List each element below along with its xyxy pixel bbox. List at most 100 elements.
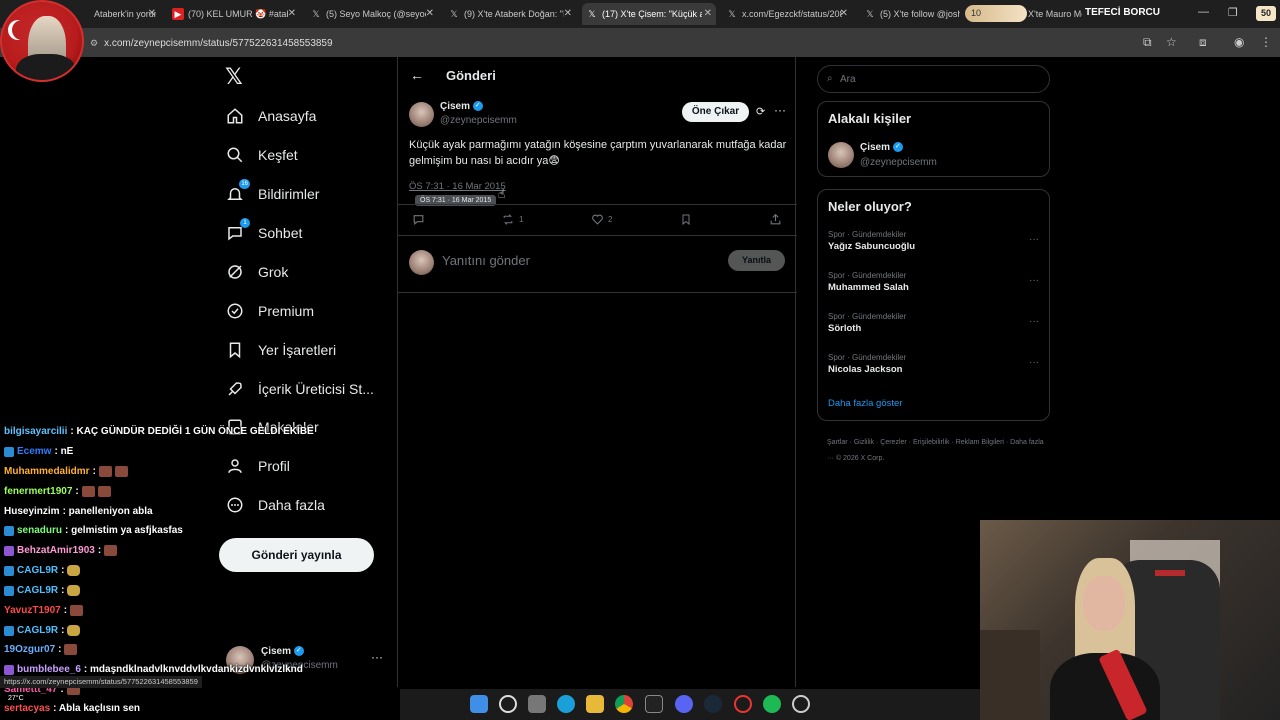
discord-icon[interactable] [675, 695, 693, 713]
browser-tab[interactable]: Ataberk'in yorumu sı ✕ [90, 3, 160, 25]
more-dots-icon[interactable]: ··· [1029, 275, 1039, 286]
grok-explain-icon[interactable]: ⟳ [756, 105, 765, 118]
nav-explore[interactable]: Keşfet [226, 140, 298, 170]
taskbar [400, 689, 980, 720]
overlay-label: TEFECİ BORCU [1085, 7, 1160, 18]
post-text: Küçük ayak parmağımı yatağın köşesine ça… [409, 139, 787, 167]
browser-tab[interactable]: 𝕏 (5) X'te follow @joshuaxl [860, 3, 964, 25]
close-icon[interactable]: ✕ [564, 8, 572, 19]
weather-widget[interactable]: 27°C [8, 695, 24, 702]
footer-links[interactable]: Şartlar · Gizlilik · Çerezler · Erişileb… [827, 435, 1052, 467]
browser-tab[interactable]: ▶ (70) KEL UMUR 🤡 #atab ✕ [168, 3, 300, 25]
steam-icon[interactable] [704, 695, 722, 713]
bookmark-action[interactable] [680, 213, 692, 226]
search-icon[interactable] [499, 695, 517, 713]
reply-action[interactable] [412, 213, 425, 226]
more-dots-icon[interactable]: ··· [774, 103, 786, 117]
browser-tab-active[interactable]: 𝕏 (17) X'te Çisem: "Küçük a ✕ [582, 3, 716, 25]
reply-button[interactable]: Yanıtla [728, 250, 785, 271]
windows-start-icon[interactable] [470, 695, 488, 713]
browser-tab[interactable]: 𝕏 x.com/Egezckf/status/208 ✕ [722, 3, 852, 25]
level-badge: 10 [965, 5, 1027, 22]
overlay-count: 50 [1256, 6, 1276, 21]
close-icon[interactable]: ✕ [148, 8, 156, 19]
nav-home[interactable]: Anasayfa [226, 101, 316, 131]
close-icon[interactable]: ✕ [288, 8, 296, 19]
related-name[interactable]: Çisem [860, 142, 890, 153]
back-arrow-icon[interactable]: ← [410, 67, 424, 83]
trend-item[interactable]: Spor · Gündemdekiler Nicolas Jackson ··· [828, 353, 1041, 383]
chat-message: YavuzT1907 : [4, 605, 84, 616]
streamer-avatar-overlay [0, 0, 84, 82]
chat-text: : [92, 466, 96, 477]
verified-badge-icon: ✓ [472, 101, 483, 112]
nav-label: Premium [258, 303, 315, 319]
browser-tab[interactable]: 𝕏 (5) Seyo Malkoç (@seyoo ✕ [306, 3, 438, 25]
extensions-icon[interactable]: ⧈ [1199, 35, 1207, 50]
reply-composer: Yanıtını gönder Yanıtla [398, 236, 797, 293]
file-explorer-icon[interactable] [586, 695, 604, 713]
tab-title: (17) X'te Çisem: "Küçük a [602, 9, 702, 19]
nav-premium[interactable]: Premium [226, 296, 314, 326]
search-input[interactable]: ⌕ Ara [817, 65, 1050, 93]
more-dots-icon[interactable]: ··· [1029, 357, 1039, 368]
nav-bookmarks[interactable]: Yer İşaretleri [226, 335, 336, 365]
card-title: Alakalı kişiler [828, 111, 912, 126]
chat-user: CAGL9R [17, 625, 59, 636]
profile-icon[interactable]: ◉ [1234, 35, 1244, 49]
nav-chat[interactable]: 1 Sohbet [226, 218, 302, 248]
browser-tab[interactable]: X'te Mauro Men [1024, 3, 1086, 25]
retweet-action[interactable]: 1 [501, 213, 523, 226]
trend-item[interactable]: Spor · Gündemdekiler Muhammed Salah ··· [828, 271, 1041, 301]
browser-tab[interactable]: 𝕏 (9) X'te Ataberk Doğan: "I ✕ [444, 3, 576, 25]
trend-item[interactable]: Spor · Gündemdekiler Sörloth ··· [828, 312, 1041, 342]
x-app-icon[interactable] [645, 695, 663, 713]
reply-input[interactable]: Yanıtını gönder [442, 253, 530, 268]
url-field[interactable]: ⚙ x.com/zeynepcisemm/status/577522631458… [84, 35, 1164, 52]
chat-message: senaduru : gelmistim ya asfjkasfas [4, 525, 183, 536]
close-icon[interactable]: ✕ [704, 8, 712, 19]
author-avatar[interactable] [409, 102, 434, 127]
show-more-link[interactable]: Daha fazla göster [828, 398, 902, 409]
trend-item[interactable]: Spor · Gündemdekiler Yağız Sabuncuoğlu ·… [828, 230, 1041, 260]
task-view-icon[interactable] [528, 695, 546, 713]
nav-creator-studio[interactable]: İçerik Üreticisi St... [226, 374, 374, 404]
trend-category: Spor · Gündemdekiler [828, 271, 907, 280]
avatar[interactable] [828, 142, 854, 168]
site-info-icon[interactable]: ⚙ [90, 38, 98, 49]
retweet-count: 1 [519, 215, 524, 224]
chat-text: : [61, 565, 65, 576]
url-text: x.com/zeynepcisemm/status/57752263145855… [104, 38, 333, 49]
minimize-icon[interactable]: — [1198, 6, 1209, 18]
chat-message: Ecemw : nE [4, 446, 73, 457]
emote-icon [81, 486, 95, 497]
promote-button[interactable]: Öne Çıkar [682, 102, 749, 122]
x-logo-icon: 𝕏 [866, 8, 874, 19]
nav-label: Anasayfa [258, 108, 317, 124]
author-name[interactable]: Çisem [440, 101, 470, 112]
rocket-icon [226, 380, 244, 398]
more-dots-icon[interactable]: ··· [1029, 234, 1039, 245]
edge-icon[interactable] [557, 695, 575, 713]
like-action[interactable]: 2 [591, 213, 612, 226]
close-icon[interactable]: ✕ [840, 8, 848, 19]
nav-notifications[interactable]: 16 Bildirimler [226, 179, 319, 209]
x-logo-icon[interactable]: 𝕏 [225, 66, 247, 88]
chat-icon: 1 [226, 218, 250, 242]
chat-user: CAGL9R [17, 585, 59, 596]
author-handle[interactable]: @zeynepcisemm [440, 115, 517, 126]
menu-dots-icon[interactable]: ⋮ [1260, 35, 1272, 49]
install-icon[interactable]: ⧉ [1143, 35, 1152, 50]
opera-icon[interactable] [734, 695, 752, 713]
bookmark-star-icon[interactable]: ☆ [1166, 35, 1177, 49]
chrome-icon[interactable] [615, 695, 633, 713]
post-timestamp[interactable]: ÖS 7:31 · 16 Mar 2015 [409, 181, 506, 192]
share-action[interactable] [769, 213, 782, 226]
spotify-icon[interactable] [763, 695, 781, 713]
restore-icon[interactable]: ❐ [1228, 6, 1238, 19]
nav-grok[interactable]: Grok [226, 257, 288, 287]
emote-icon [70, 605, 84, 616]
close-icon[interactable]: ✕ [426, 8, 434, 19]
app-icon[interactable] [792, 695, 810, 713]
more-dots-icon[interactable]: ··· [1029, 316, 1039, 327]
